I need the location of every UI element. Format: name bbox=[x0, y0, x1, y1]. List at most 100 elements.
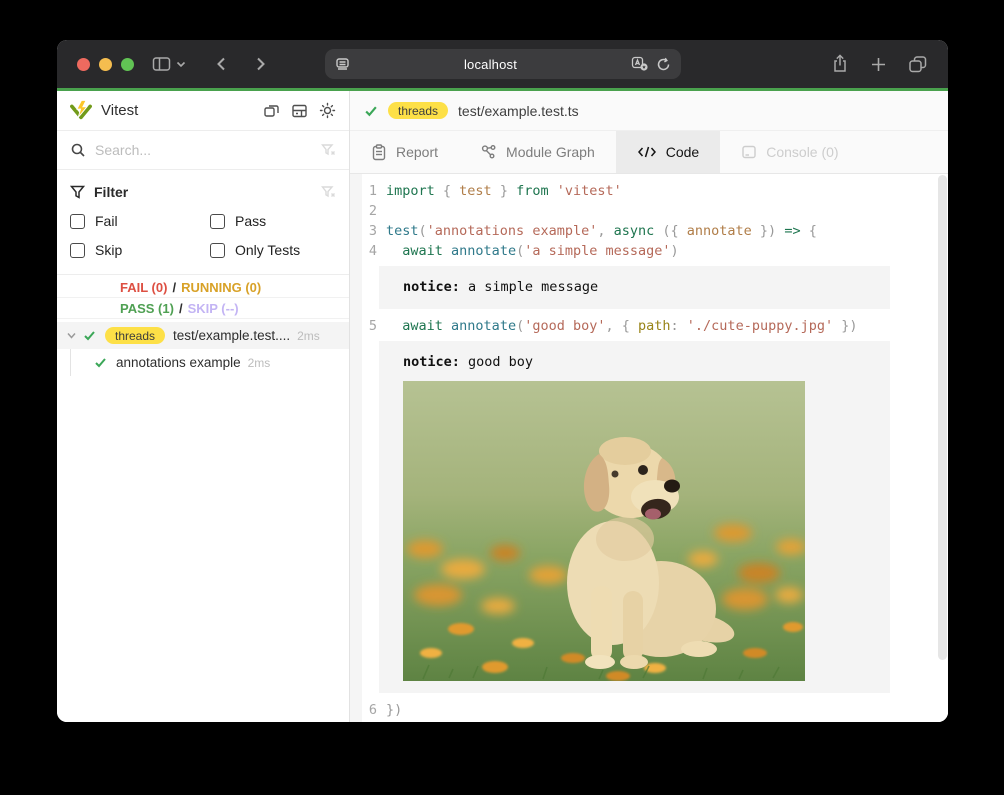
reader-icon[interactable] bbox=[335, 56, 351, 72]
checkbox-label: Fail bbox=[95, 213, 118, 229]
code-line: 6}) bbox=[350, 700, 948, 720]
back-button[interactable] bbox=[213, 55, 231, 73]
scrollbar-thumb[interactable] bbox=[938, 175, 947, 660]
code-text: await annotate('a simple message') bbox=[386, 241, 679, 261]
notice-label: notice: bbox=[403, 354, 460, 370]
chevron-down-icon[interactable] bbox=[66, 330, 77, 341]
browser-window: localhost bbox=[57, 40, 948, 722]
filter-checkbox-only-tests[interactable]: Only Tests bbox=[210, 242, 336, 258]
sidebar: Vitest bbox=[57, 91, 350, 722]
zoom-window-button[interactable] bbox=[121, 58, 134, 71]
test-file-name: test/example.test.... bbox=[173, 328, 290, 343]
test-case-row[interactable]: annotations example 2ms bbox=[57, 349, 349, 376]
tab-label: Console (0) bbox=[766, 144, 838, 160]
code-line: 4 await annotate('a simple message') bbox=[350, 241, 948, 261]
puppy-image bbox=[403, 381, 805, 681]
clear-filter-icon[interactable] bbox=[321, 185, 336, 199]
code-line: 3test('annotations example', async ({ an… bbox=[350, 221, 948, 241]
collapse-tests-icon[interactable] bbox=[263, 102, 280, 119]
open-file-name: test/example.test.ts bbox=[458, 103, 579, 119]
test-duration: 2ms bbox=[248, 356, 271, 370]
test-duration: 2ms bbox=[297, 329, 320, 343]
code-text: await annotate('good boy', { path: './cu… bbox=[386, 316, 858, 336]
gutter-strip bbox=[350, 174, 362, 722]
checkbox[interactable] bbox=[70, 243, 85, 258]
checkbox[interactable] bbox=[210, 214, 225, 229]
tab-label: Module Graph bbox=[506, 144, 595, 160]
module-graph-icon bbox=[480, 144, 497, 160]
main-panel: threads test/example.test.ts Report Modu… bbox=[350, 91, 948, 722]
notice-text: a simple message bbox=[460, 279, 598, 295]
search-input[interactable] bbox=[95, 142, 321, 158]
minimize-window-button[interactable] bbox=[99, 58, 112, 71]
line-number: 1 bbox=[362, 181, 377, 201]
code-text: }) bbox=[386, 700, 402, 720]
code-line: 1 import { test } from 'vitest' bbox=[350, 181, 948, 201]
separator: / bbox=[179, 301, 183, 316]
code-icon bbox=[637, 145, 657, 159]
report-icon bbox=[371, 144, 387, 161]
tab-label: Report bbox=[396, 144, 438, 160]
notice-label: notice: bbox=[403, 279, 460, 295]
test-summary: FAIL (0) / RUNNING (0) PASS (1) / SKIP (… bbox=[57, 275, 349, 319]
address-bar[interactable]: localhost bbox=[325, 49, 681, 79]
app-title: Vitest bbox=[101, 102, 138, 119]
checkbox-label: Skip bbox=[95, 242, 122, 258]
pass-check-icon bbox=[364, 104, 378, 118]
fail-count: FAIL (0) bbox=[120, 280, 167, 295]
clear-search-filter-icon[interactable] bbox=[321, 143, 336, 157]
line-number: 3 bbox=[362, 221, 377, 241]
search-icon bbox=[70, 142, 86, 158]
code-editor[interactable]: 1 import { test } from 'vitest' 23test('an… bbox=[350, 174, 948, 722]
annotation-notice: notice: a simple message bbox=[379, 266, 890, 309]
line-number: 5 bbox=[362, 316, 377, 336]
tab-module-graph[interactable]: Module Graph bbox=[459, 131, 616, 173]
filter-checkbox-skip[interactable]: Skip bbox=[70, 242, 210, 258]
url-text: localhost bbox=[351, 57, 631, 72]
translate-icon[interactable] bbox=[631, 56, 649, 72]
checkbox[interactable] bbox=[210, 243, 225, 258]
console-icon bbox=[741, 144, 757, 160]
code-line: 7 bbox=[350, 720, 948, 722]
close-window-button[interactable] bbox=[77, 58, 90, 71]
chevron-down-icon[interactable] bbox=[175, 58, 187, 70]
checkbox-label: Only Tests bbox=[235, 242, 300, 258]
test-file-row[interactable]: threads test/example.test.... 2ms bbox=[57, 322, 349, 349]
browser-chrome: localhost bbox=[57, 40, 948, 88]
filter-checkbox-pass[interactable]: Pass bbox=[210, 213, 336, 229]
vitest-logo bbox=[70, 100, 92, 121]
pass-check-icon bbox=[83, 329, 96, 342]
forward-button[interactable] bbox=[251, 55, 269, 73]
skip-count: SKIP (--) bbox=[188, 301, 239, 316]
dashboard-icon[interactable] bbox=[291, 102, 308, 119]
reload-icon[interactable] bbox=[656, 57, 671, 72]
show-tabs-icon[interactable] bbox=[908, 55, 928, 73]
checkbox[interactable] bbox=[70, 214, 85, 229]
tab-console: Console (0) bbox=[720, 131, 859, 173]
line-number: 7 bbox=[362, 720, 377, 722]
annotation-notice: notice: good boy bbox=[379, 341, 890, 693]
tab-code[interactable]: Code bbox=[616, 131, 720, 173]
running-count: RUNNING (0) bbox=[181, 280, 261, 295]
separator: / bbox=[172, 280, 176, 295]
theme-toggle-sun-icon[interactable] bbox=[319, 102, 336, 119]
share-icon[interactable] bbox=[831, 54, 849, 74]
pass-check-icon bbox=[94, 356, 107, 369]
checkbox-label: Pass bbox=[235, 213, 266, 229]
file-header: threads test/example.test.ts bbox=[350, 91, 948, 131]
pool-badge: threads bbox=[105, 327, 165, 344]
filter-checkbox-fail[interactable]: Fail bbox=[70, 213, 210, 229]
code-text: import { test } from 'vitest' bbox=[386, 181, 622, 201]
tab-bar: Report Module Graph Code bbox=[350, 131, 948, 174]
notice-text: good boy bbox=[460, 354, 533, 370]
pass-count: PASS (1) bbox=[120, 301, 174, 316]
sidebar-toggle-icon[interactable] bbox=[152, 55, 171, 73]
line-number: 2 bbox=[362, 201, 377, 221]
code-line: 2 bbox=[350, 201, 948, 221]
tab-report[interactable]: Report bbox=[350, 131, 459, 173]
test-case-name: annotations example bbox=[116, 355, 241, 370]
traffic-lights bbox=[77, 58, 134, 71]
filter-icon bbox=[70, 185, 85, 199]
new-tab-icon[interactable] bbox=[870, 56, 887, 73]
filter-label: Filter bbox=[94, 184, 128, 200]
